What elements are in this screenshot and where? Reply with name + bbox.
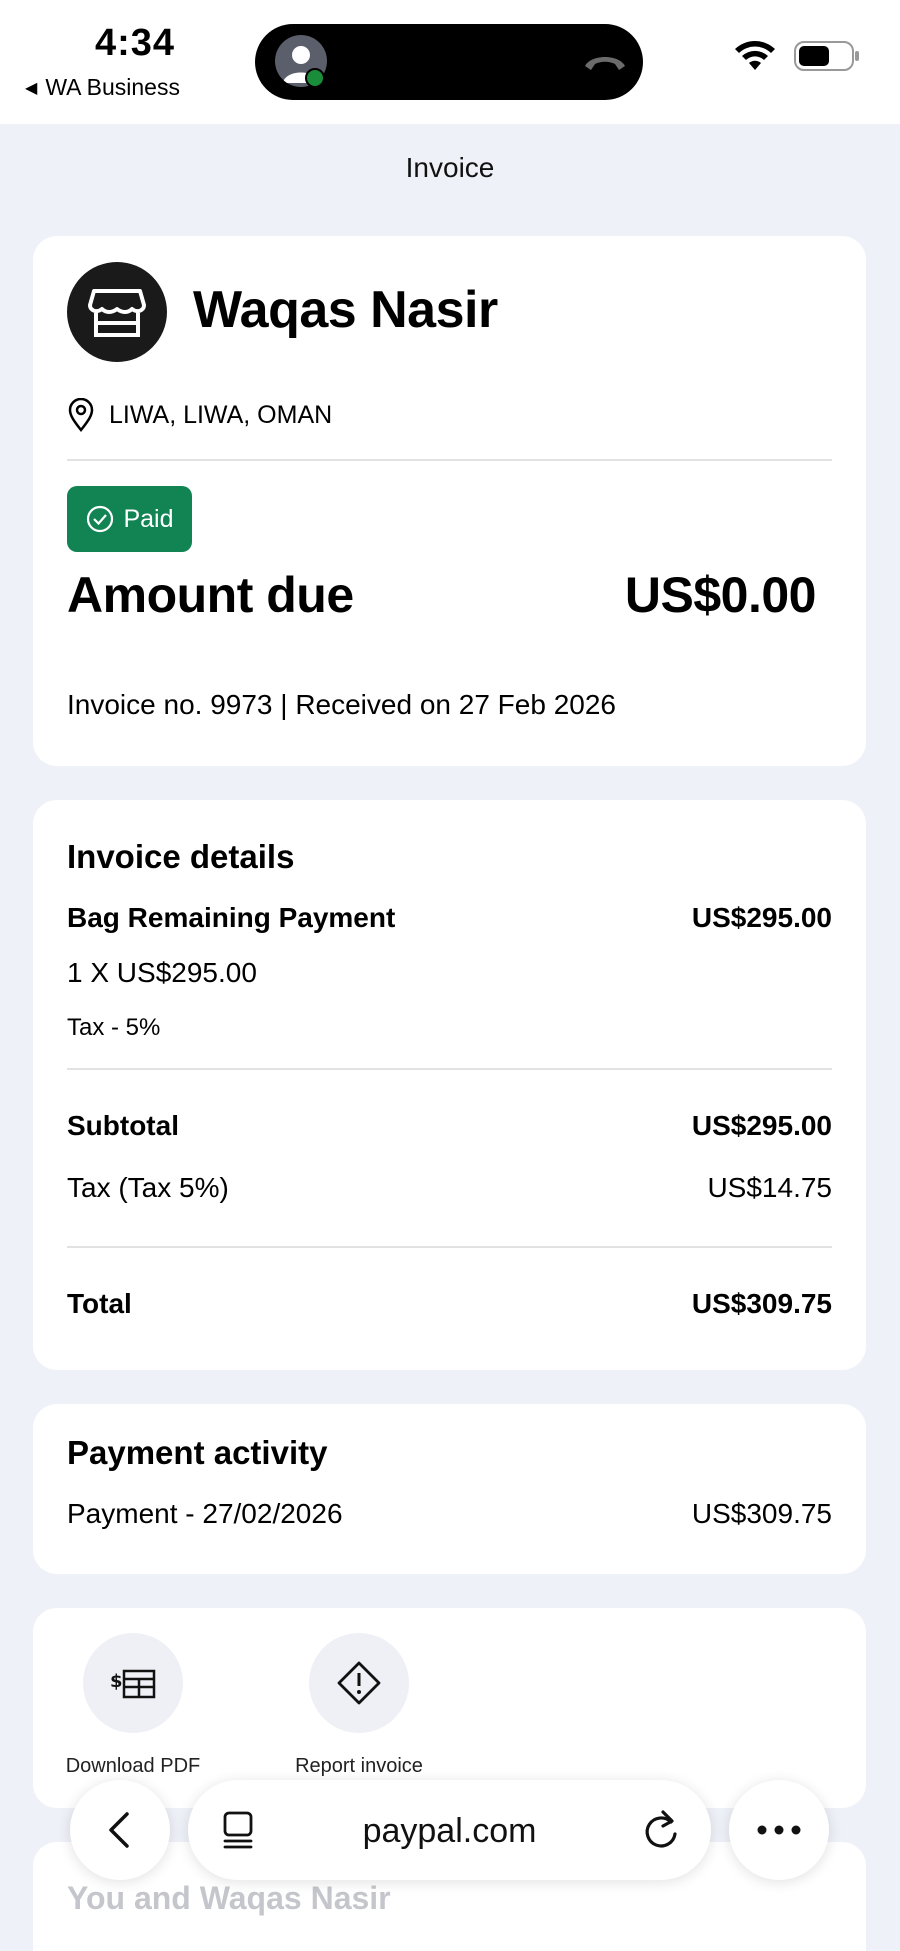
total-row: Total US$309.75 [67, 1288, 832, 1320]
divider [67, 1068, 832, 1070]
tax-value: US$14.75 [707, 1172, 832, 1203]
amount-due-label: Amount due [67, 567, 354, 623]
download-pdf-icon: $ [83, 1633, 183, 1733]
payment-entry: Payment - 27/02/2026 US$309.75 [67, 1498, 832, 1530]
chevron-left-icon [109, 1812, 129, 1848]
report-warning-icon [309, 1633, 409, 1733]
status-bar: 4:34 ◀ WA Business [0, 0, 900, 124]
location-text: LIWA, LIWA, OMAN [109, 400, 333, 429]
address-url[interactable]: paypal.com [188, 1812, 711, 1851]
subtotal-row: Subtotal US$295.00 [67, 1110, 832, 1142]
merchant-location: LIWA, LIWA, OMAN [67, 398, 332, 432]
status-badge-label: Paid [123, 504, 174, 533]
invoice-number-and-date: Invoice no. 9973 | Received on 27 Feb 20… [67, 689, 616, 720]
subtotal-label: Subtotal [67, 1110, 179, 1141]
line-item-tax: Tax - 5% [67, 1014, 161, 1041]
payment-activity-heading: Payment activity [67, 1434, 328, 1471]
location-pin-icon [68, 398, 94, 432]
tax-label: Tax (Tax 5%) [67, 1172, 229, 1203]
page-title: Invoice [405, 152, 495, 183]
amount-due-value: US$0.00 [624, 567, 817, 623]
status-badge: Paid [67, 486, 192, 552]
whatsapp-icon [305, 68, 325, 88]
line-item-name: Bag Remaining Payment [67, 902, 396, 933]
report-invoice-label: Report invoice [295, 1755, 423, 1777]
invoice-details-card: Invoice details Bag Remaining Payment US… [33, 800, 866, 1370]
more-options-button[interactable] [729, 1780, 829, 1880]
wifi-icon [735, 41, 775, 70]
subtotal-value: US$295.00 [691, 1110, 832, 1141]
address-bar[interactable]: paypal.com [188, 1780, 711, 1880]
reload-icon[interactable] [641, 1808, 681, 1857]
battery-icon [794, 41, 859, 71]
payment-activity-card: Payment activity Payment - 27/02/2026 US… [33, 1404, 866, 1574]
status-time: 4:34 [95, 22, 176, 64]
tax-row: Tax (Tax 5%) US$14.75 [67, 1172, 832, 1204]
check-circle-icon [87, 505, 114, 533]
phone-hangup-icon[interactable] [581, 42, 629, 87]
back-app-label: WA Business [45, 74, 180, 100]
relationship-title: You and Waqas Nasir [67, 1880, 391, 1916]
total-value: US$309.75 [691, 1288, 832, 1319]
line-item: Bag Remaining Payment US$295.00 [67, 902, 832, 934]
payment-entry-label: Payment - 27/02/2026 [67, 1498, 343, 1529]
store-icon [67, 262, 167, 362]
download-pdf-button[interactable]: $ Download PDF [43, 1633, 223, 1778]
back-triangle-icon: ◀ [25, 79, 38, 97]
divider [67, 1246, 832, 1248]
more-dots-icon [757, 1825, 801, 1835]
download-pdf-label: Download PDF [65, 1755, 201, 1777]
total-label: Total [67, 1288, 132, 1319]
invoice-details-heading: Invoice details [67, 838, 295, 875]
invoice-actions-card: $ Download PDF Report invoice [33, 1608, 866, 1808]
back-to-app-link[interactable]: ◀ WA Business [25, 74, 180, 101]
invoice-summary-card: Waqas Nasir LIWA, LIWA, OMAN Paid Amount… [33, 236, 866, 766]
payment-entry-value: US$309.75 [691, 1498, 832, 1529]
browser-back-button[interactable] [70, 1780, 170, 1880]
divider [67, 459, 832, 461]
dynamic-island-call[interactable] [255, 24, 643, 100]
report-invoice-button[interactable]: Report invoice [269, 1633, 449, 1778]
line-item-amount: US$295.00 [691, 902, 832, 933]
line-item-quantity: 1 X US$295.00 [67, 957, 257, 988]
svg-text:$: $ [110, 1671, 123, 1692]
merchant-name: Waqas Nasir [193, 281, 498, 339]
